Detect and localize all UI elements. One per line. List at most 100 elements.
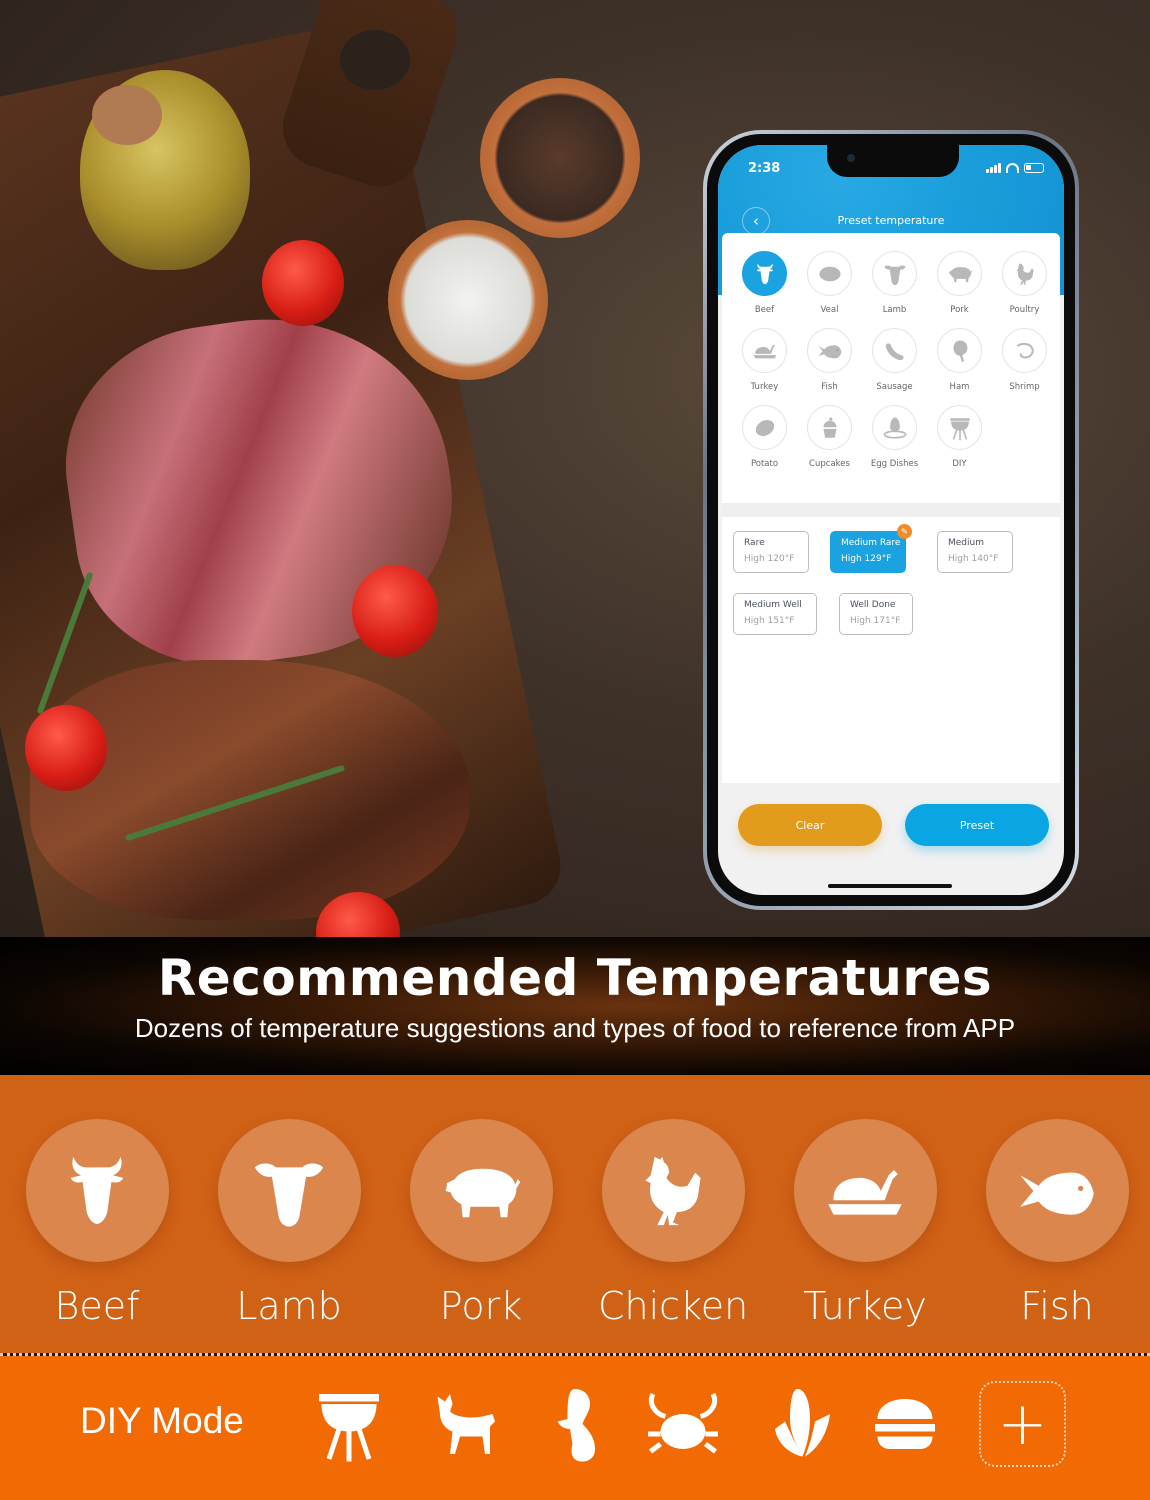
food-type-label: Lamb bbox=[882, 305, 907, 315]
burger-icon bbox=[865, 1384, 945, 1464]
grill-icon bbox=[309, 1384, 389, 1464]
food-type-label: Poultry bbox=[1009, 305, 1040, 315]
chicken-icon bbox=[1002, 251, 1047, 296]
fish-icon bbox=[985, 1119, 1129, 1262]
food-type-label: Egg Dishes bbox=[870, 459, 919, 469]
food-type-label: Veal bbox=[820, 305, 839, 315]
app-screen: 2:38 ‹ Preset temperature Beef Veal Lamb Po… bbox=[718, 145, 1064, 895]
product-page: 2:38 ‹ Preset temperature Beef Veal Lamb Po… bbox=[0, 0, 1150, 1500]
grilled-steak bbox=[30, 660, 470, 920]
food-type-label: DIY bbox=[952, 459, 967, 469]
screen-title: Preset temperature bbox=[837, 214, 945, 227]
category-fish: Fish bbox=[982, 1119, 1132, 1328]
food-type-poultry[interactable]: Poultry bbox=[992, 251, 1057, 315]
category-pork: Pork bbox=[406, 1119, 556, 1328]
food-type-label: Beef bbox=[754, 305, 775, 315]
wifi-icon bbox=[1006, 163, 1019, 173]
category-lamb: Lamb bbox=[214, 1119, 364, 1328]
category-chicken: Chicken bbox=[598, 1119, 748, 1328]
sheep-head-icon bbox=[872, 251, 917, 296]
cupcake-icon bbox=[807, 405, 852, 450]
tomato bbox=[262, 240, 344, 326]
corn-icon bbox=[760, 1384, 840, 1464]
food-type-shrimp[interactable]: Shrimp bbox=[992, 328, 1057, 392]
section-divider bbox=[722, 503, 1060, 517]
pig-icon bbox=[409, 1119, 553, 1262]
egg-icon bbox=[872, 405, 917, 450]
notch bbox=[827, 145, 959, 177]
headline: Recommended Temperatures bbox=[157, 949, 993, 1007]
status-icons bbox=[986, 163, 1044, 173]
cow-head-icon bbox=[25, 1119, 169, 1262]
smartphone: 2:38 ‹ Preset temperature Beef Veal Lamb Po… bbox=[703, 130, 1079, 910]
category-beef: Beef bbox=[22, 1119, 172, 1328]
sausage-icon bbox=[872, 328, 917, 373]
ham-icon bbox=[937, 328, 982, 373]
food-type-ham[interactable]: Ham bbox=[927, 328, 992, 392]
doneness-option[interactable]: Well Done High 171°F bbox=[839, 593, 913, 635]
food-type-label: Potato bbox=[750, 459, 779, 469]
food-type-label: Fish bbox=[821, 382, 838, 392]
chicken-icon bbox=[601, 1119, 745, 1262]
plus-icon: + bbox=[997, 1389, 1048, 1459]
status-time: 2:38 bbox=[748, 161, 781, 176]
category-label: Chicken bbox=[598, 1284, 749, 1328]
preset-button[interactable]: Preset bbox=[905, 804, 1049, 846]
doneness-option[interactable]: Rare High 120°F bbox=[733, 531, 809, 573]
signal-icon bbox=[986, 163, 1001, 173]
food-type-label: Cupcakes bbox=[809, 459, 850, 469]
food-type-pork[interactable]: Pork bbox=[927, 251, 992, 315]
food-type-label: Ham bbox=[949, 382, 970, 392]
doneness-option-selected[interactable]: Medium Rare High 129°F ✎ bbox=[830, 524, 912, 573]
food-type-potato[interactable]: Potato bbox=[732, 405, 797, 469]
food-type-fish[interactable]: Fish bbox=[797, 328, 862, 392]
food-type-cupcakes[interactable]: Cupcakes bbox=[797, 405, 862, 469]
goat-icon bbox=[425, 1384, 505, 1464]
board-hole bbox=[340, 30, 410, 90]
food-type-card: Beef Veal Lamb Pork Poultry Turkey Fish Sausage… bbox=[722, 233, 1060, 503]
food-type-beef[interactable]: Beef bbox=[732, 251, 797, 315]
diy-mode-label: DIY Mode bbox=[80, 1400, 244, 1441]
diy-mode-row: DIY Mode + bbox=[0, 1356, 1150, 1500]
cow-head-icon bbox=[742, 251, 787, 296]
battery-icon bbox=[1024, 163, 1044, 173]
add-button[interactable]: + bbox=[979, 1381, 1066, 1467]
food-type-label: Turkey bbox=[750, 382, 779, 392]
food-photo: 2:38 ‹ Preset temperature Beef Veal Lamb Po… bbox=[0, 0, 1150, 937]
food-type-lamb[interactable]: Lamb bbox=[862, 251, 927, 315]
potato-icon bbox=[742, 405, 787, 450]
edit-pencil-icon[interactable]: ✎ bbox=[897, 524, 912, 539]
category-label: Beef bbox=[54, 1284, 140, 1328]
food-type-label: Sausage bbox=[876, 382, 913, 392]
category-label: Fish bbox=[1020, 1284, 1094, 1328]
sheep-head-icon bbox=[217, 1119, 361, 1262]
food-type-sausage[interactable]: Sausage bbox=[862, 328, 927, 392]
food-type-veal[interactable]: Veal bbox=[797, 251, 862, 315]
crab-icon bbox=[643, 1384, 723, 1464]
doneness-option[interactable]: Medium Well High 151°F bbox=[733, 593, 817, 635]
home-indicator[interactable] bbox=[828, 884, 952, 888]
category-label: Turkey bbox=[803, 1284, 927, 1328]
tomato bbox=[352, 565, 438, 657]
peppercorn-bowl bbox=[480, 78, 640, 238]
fish-icon bbox=[807, 328, 852, 373]
clear-button[interactable]: Clear bbox=[738, 804, 882, 846]
steak-icon bbox=[807, 251, 852, 296]
salt-bowl bbox=[388, 220, 548, 380]
pig-icon bbox=[937, 251, 982, 296]
doneness-option[interactable]: Medium High 140°F bbox=[937, 531, 1013, 573]
food-type-egg-dishes[interactable]: Egg Dishes bbox=[862, 405, 927, 469]
category-label: Pork bbox=[439, 1284, 523, 1328]
roast-turkey-icon bbox=[742, 328, 787, 373]
food-type-grid: Beef Veal Lamb Pork Poultry Turkey Fish Sausage… bbox=[732, 251, 1057, 469]
food-type-label: Shrimp bbox=[1009, 382, 1040, 392]
duck-icon bbox=[540, 1384, 620, 1464]
roast-turkey-icon bbox=[793, 1119, 937, 1262]
subheadline: Dozens of temperature suggestions and ty… bbox=[134, 1013, 1016, 1043]
food-categories: Beef Lamb Pork Chicken Turkey Fish bbox=[0, 1075, 1150, 1353]
food-type-diy[interactable]: DIY bbox=[927, 405, 992, 469]
bottle-cork bbox=[92, 85, 162, 145]
doneness-options: Rare High 120°F Medium Rare High 129°F ✎… bbox=[722, 517, 1060, 783]
food-type-turkey[interactable]: Turkey bbox=[732, 328, 797, 392]
headline-banner: Recommended Temperatures Dozens of tempe… bbox=[0, 937, 1150, 1075]
